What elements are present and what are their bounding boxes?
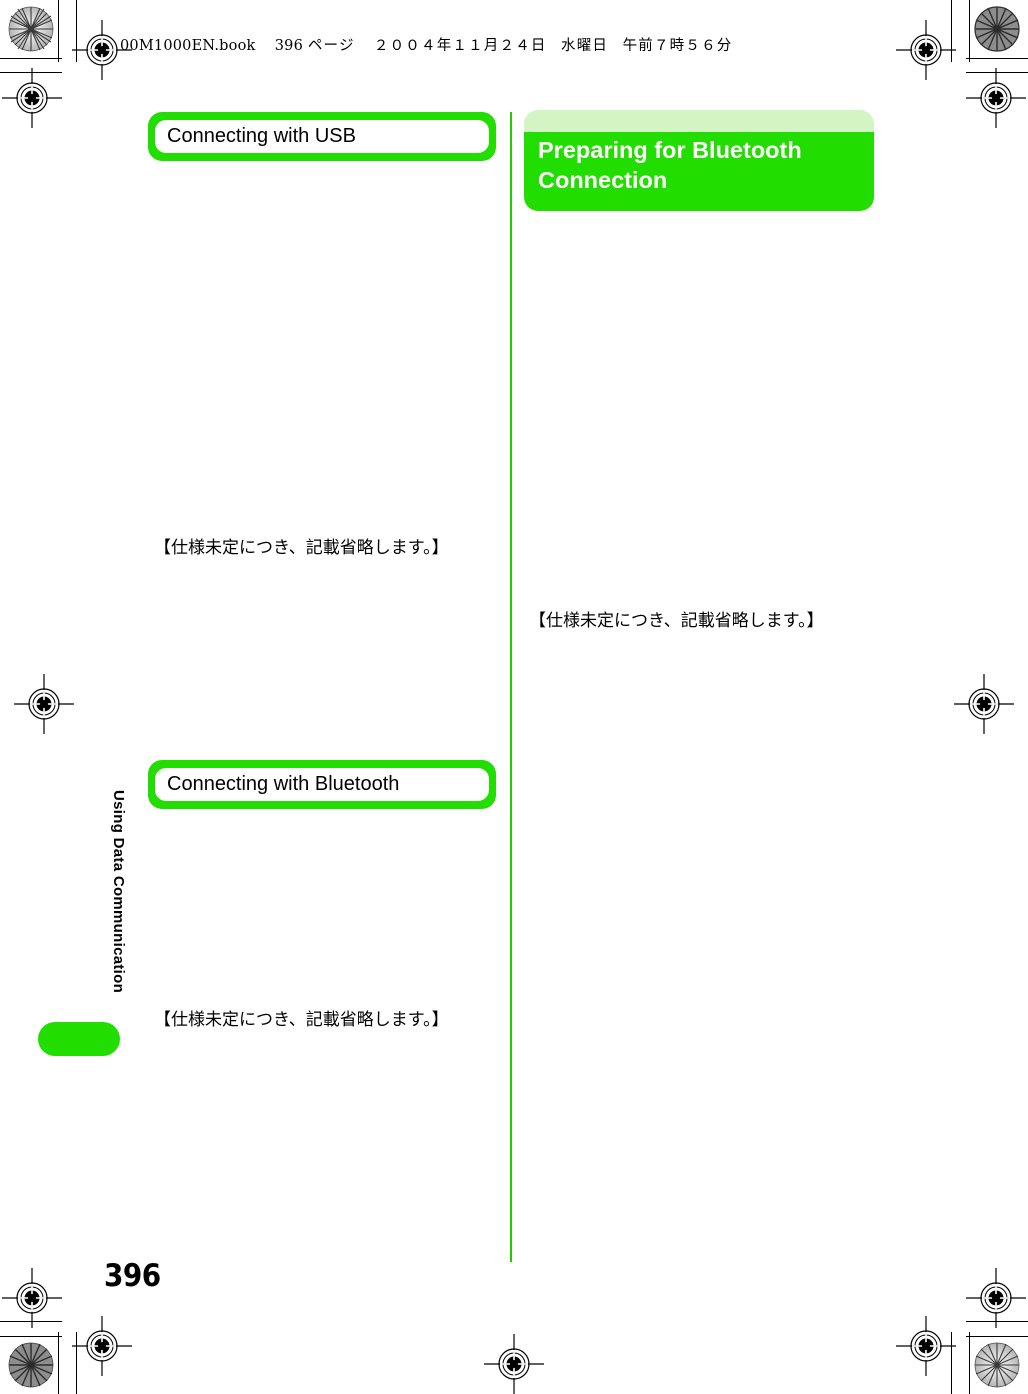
left-column-section-2: Connecting with Bluetooth: [148, 760, 496, 810]
section-heading-inner: Connecting with USB: [155, 120, 489, 154]
chapter-side-tab-label: Using Data Communication: [110, 790, 127, 994]
chapter-side-tab-swatch: [38, 1022, 120, 1056]
section-heading-top-strip: [524, 110, 874, 134]
section-heading-connecting-with-bluetooth: Connecting with Bluetooth: [148, 760, 496, 810]
left-column: Connecting with USB: [148, 112, 496, 162]
page-content: Connecting with USB 【仕様未定につき、記載省略します。】 C…: [0, 0, 1028, 1394]
section-heading-preparing-for-bluetooth-connection: Preparing for Bluetooth Connection: [524, 110, 874, 212]
page-number: 396: [104, 1258, 161, 1294]
placeholder-note-right-1: 【仕様未定につき、記載省略します。】: [529, 611, 824, 631]
placeholder-note-left-2: 【仕様未定につき、記載省略します。】: [154, 1010, 449, 1030]
section-heading-body: Preparing for Bluetooth Connection: [524, 132, 874, 212]
section-heading-connecting-with-usb: Connecting with USB: [148, 112, 496, 162]
right-column: Preparing for Bluetooth Connection: [524, 110, 874, 212]
section-heading-label: Connecting with USB: [167, 125, 356, 147]
section-heading-inner: Connecting with Bluetooth: [155, 768, 489, 802]
column-divider: [510, 112, 512, 1262]
placeholder-note-left-1: 【仕様未定につき、記載省略します。】: [154, 538, 449, 558]
section-heading-line-1: Preparing for Bluetooth: [538, 137, 802, 163]
section-heading-label: Connecting with Bluetooth: [167, 773, 400, 795]
section-heading-line-2: Connection: [538, 166, 668, 193]
